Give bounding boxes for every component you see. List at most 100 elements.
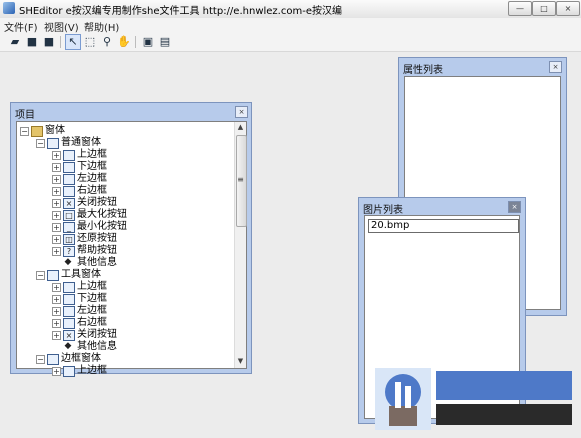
tree-item[interactable]: − 边框窗体 [17, 353, 231, 365]
tree-item-label: 左边框 [77, 305, 107, 316]
minimize-button[interactable]: — [508, 1, 532, 16]
tree-item-label: 上边框 [77, 365, 107, 376]
tree-item[interactable]: +? 帮助按钮 [17, 245, 231, 257]
tree-item[interactable]: + × 关闭按钮 [17, 197, 231, 209]
tree-item[interactable]: + _ 最小化按钮 [17, 221, 231, 233]
frame-icon [63, 282, 75, 293]
frame-icon [63, 174, 75, 185]
tree-item-label: 右边框 [77, 317, 107, 328]
close-button[interactable]: × [556, 1, 580, 16]
expand-icon[interactable]: + [52, 151, 61, 160]
scroll-up-icon[interactable]: ▲ [235, 122, 246, 133]
hand-icon[interactable]: ✋ [117, 35, 131, 49]
app-icon [3, 2, 15, 14]
frame-icon: ◫ [63, 234, 75, 245]
info-diamond-icon: ◆ [64, 341, 72, 351]
tree-item[interactable]: + 下边框 [17, 161, 231, 173]
menu-help[interactable]: 帮助(H) [84, 19, 119, 34]
tree-item[interactable]: − 普通窗体 [17, 137, 231, 149]
collapse-icon[interactable]: − [36, 355, 45, 364]
tree-item[interactable]: − 窗体 [17, 125, 231, 137]
tree-item-label: 普通窗体 [61, 137, 101, 148]
view-icon[interactable]: ▣ [141, 35, 155, 49]
tree-item[interactable]: + □ 最大化按钮 [17, 209, 231, 221]
frame-icon [63, 306, 75, 317]
project-tree-scrollbar[interactable]: ▲ ≡ ▼ [234, 122, 247, 368]
settings-icon[interactable]: ▤ [158, 35, 172, 49]
toolbar-separator [135, 36, 136, 48]
expand-icon[interactable]: + [52, 331, 61, 340]
tree-item-label: 窗体 [45, 125, 65, 136]
window-title: SHEditor e按汉编专用制作she文件工具 http://e.hnwlez… [19, 6, 342, 17]
frame-icon [63, 186, 75, 197]
tree-item[interactable]: + 上边框 [17, 365, 231, 377]
tree-item-label: 其他信息 [77, 341, 117, 352]
expand-icon[interactable]: + [52, 175, 61, 184]
menu-bar: 文件(F) 视图(V) 帮助(H) [0, 18, 581, 34]
tree-item[interactable]: + 上边框 [17, 281, 231, 293]
tree-item[interactable]: + 右边框 [17, 317, 231, 329]
list-item[interactable]: 20.bmp [368, 219, 519, 233]
tree-item[interactable]: + 左边框 [17, 173, 231, 185]
tree-item-label: 下边框 [77, 161, 107, 172]
watermark-banner-top [436, 371, 572, 400]
tree-item[interactable]: + 上边框 [17, 149, 231, 161]
expand-icon[interactable]: + [52, 319, 61, 328]
select-rect-icon[interactable]: ⬚ [83, 35, 97, 49]
collapse-icon[interactable]: − [20, 127, 29, 136]
expand-icon[interactable]: + [52, 283, 61, 292]
tree-item-label: 帮助按钮 [77, 245, 117, 256]
tree-item[interactable]: + 右边框 [17, 185, 231, 197]
tree-item[interactable]: − 工具窗体 [17, 269, 231, 281]
properties-panel-close-icon[interactable]: × [549, 61, 562, 73]
tree-item-label: 下边框 [77, 293, 107, 304]
save-all-icon[interactable]: ■ [42, 35, 56, 49]
expand-icon[interactable]: + [52, 235, 61, 244]
tree-item[interactable]: + 左边框 [17, 305, 231, 317]
pointer-icon[interactable]: ↖ [65, 34, 81, 50]
tree-item-label: 边框窗体 [61, 353, 101, 364]
collapse-icon[interactable]: − [36, 139, 45, 148]
tree-item[interactable]: + 下边框 [17, 293, 231, 305]
expand-icon[interactable]: + [52, 247, 61, 256]
scroll-down-icon[interactable]: ▼ [235, 356, 246, 367]
menu-file[interactable]: 文件(F) [4, 19, 38, 34]
tree-item-label: 关闭按钮 [77, 197, 117, 208]
frame-icon [63, 366, 75, 377]
frame-icon [47, 138, 59, 149]
expand-icon[interactable]: + [52, 199, 61, 208]
images-panel-close-icon[interactable]: × [508, 201, 521, 213]
tree-item-label: 最小化按钮 [77, 221, 127, 232]
save-icon[interactable]: ■ [25, 35, 39, 49]
expand-icon[interactable]: + [52, 295, 61, 304]
project-panel-title: 项目 [15, 110, 35, 121]
collapse-icon[interactable]: − [36, 271, 45, 280]
tree-item[interactable]: ◆ 其他信息 [17, 257, 231, 269]
maximize-button[interactable]: □ [532, 1, 556, 16]
tree-item-label: 右边框 [77, 185, 107, 196]
project-panel-close-icon[interactable]: × [235, 106, 248, 118]
info-diamond-icon: ◆ [64, 257, 72, 267]
open-icon[interactable]: ▰ [8, 35, 22, 49]
expand-icon[interactable]: + [52, 163, 61, 172]
expand-icon[interactable]: + [52, 367, 61, 376]
frame-icon: ? [63, 246, 75, 257]
frame-icon [47, 270, 59, 281]
tree-item[interactable]: ◆ 其他信息 [17, 341, 231, 353]
tree-item-label: 工具窗体 [61, 269, 101, 280]
frame-icon: _ [63, 222, 75, 233]
folder-icon [31, 126, 43, 137]
expand-icon[interactable]: + [52, 211, 61, 220]
project-tree[interactable]: − 窗体 − 普通窗体 + 上边框 + 下边框 + 左边框 + 右边框 + × 关闭按钮 + □ 最大化按钮 + _ 最… [16, 121, 247, 377]
expand-icon[interactable]: + [52, 223, 61, 232]
frame-icon [63, 162, 75, 173]
tree-item-label: 左边框 [77, 173, 107, 184]
frame-icon [47, 354, 59, 365]
menu-view[interactable]: 视图(V) [44, 19, 79, 34]
zoom-icon[interactable]: ⚲ [100, 35, 114, 49]
expand-icon[interactable]: + [52, 187, 61, 196]
tree-item-label: 还原按钮 [77, 233, 117, 244]
tree-item[interactable]: + × 关闭按钮 [17, 329, 231, 341]
expand-icon[interactable]: + [52, 307, 61, 316]
tree-item[interactable]: + ◫ 还原按钮 [17, 233, 231, 245]
